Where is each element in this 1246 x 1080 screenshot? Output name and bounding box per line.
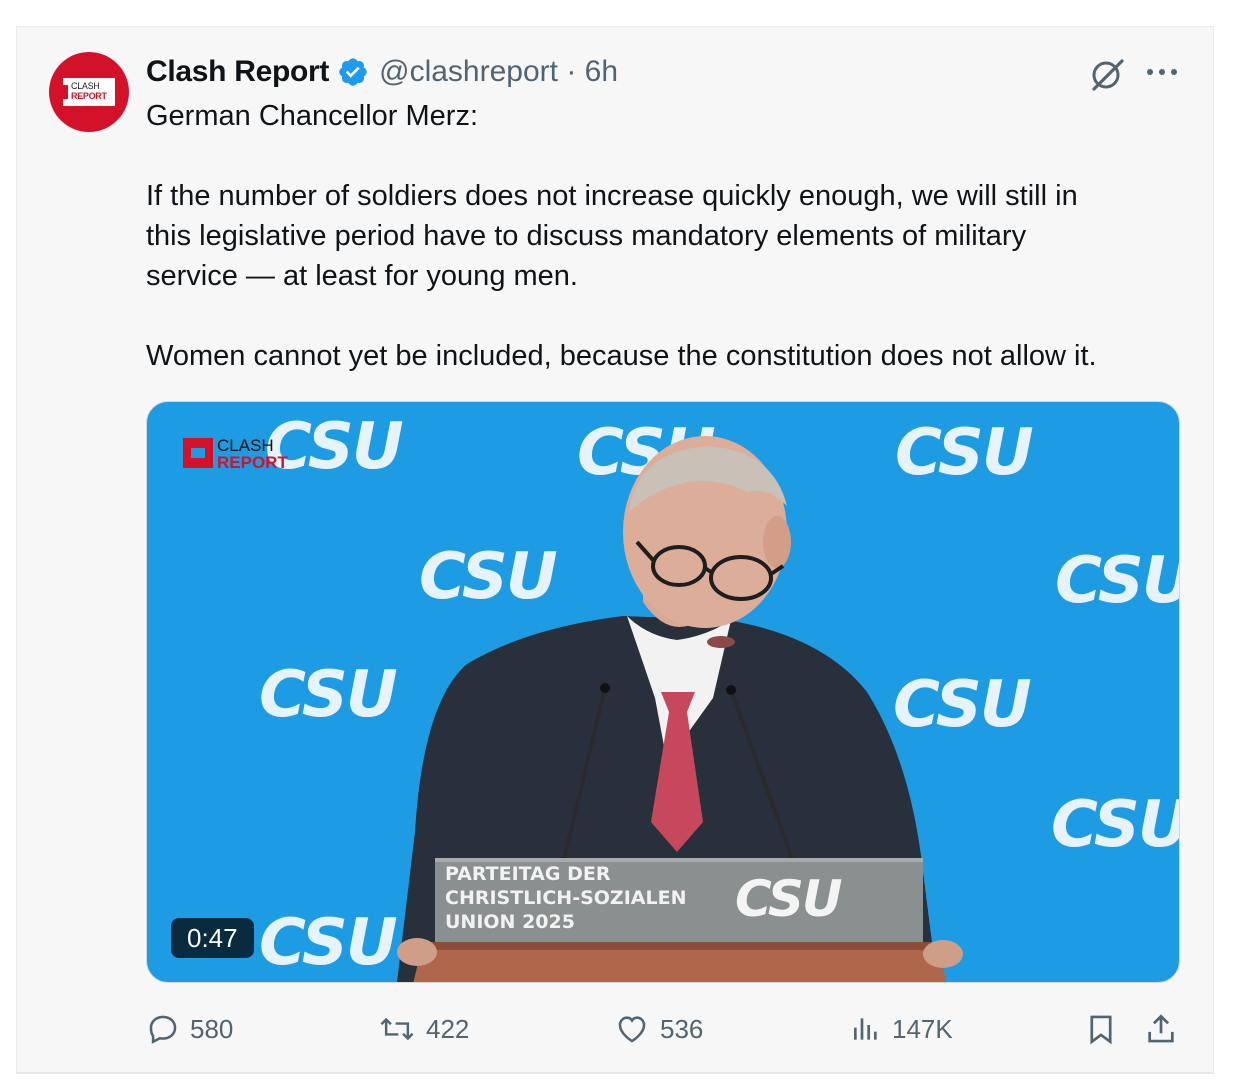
bookmark-icon <box>1090 1015 1112 1045</box>
video-duration: 0:47 <box>171 918 254 958</box>
separator: · <box>566 55 577 88</box>
more-icon[interactable] <box>1144 60 1180 84</box>
views-count: 147K <box>892 1013 953 1044</box>
tweet-text-line: Women cannot yet be included, because th… <box>146 340 1097 372</box>
reply-icon <box>149 1015 177 1044</box>
author-name[interactable]: Clash Report <box>146 55 329 89</box>
share-button[interactable] <box>1144 1006 1188 1052</box>
watermark-line2: REPORT <box>217 453 288 472</box>
avatar[interactable]: CLASH REPORT <box>49 52 129 132</box>
reply-count: 580 <box>190 1013 234 1044</box>
like-button[interactable]: 536 <box>614 1006 703 1052</box>
tweet-header: Clash Report @clashreport · 6h <box>146 52 618 92</box>
avatar-logo-mark <box>63 85 68 99</box>
podium-text: PARTEITAG DER CHRISTLICH-SOZIALEN UNION … <box>445 862 686 934</box>
repost-button[interactable]: 422 <box>378 1006 469 1052</box>
views-icon <box>854 1018 877 1040</box>
views-button[interactable]: 147K <box>850 1006 953 1052</box>
video-player[interactable]: CSU CSU CSU CSU CSU CSU CSU CSU CSU PART… <box>146 401 1180 983</box>
author-handle[interactable]: @clashreport <box>379 55 558 89</box>
podium-text-line: PARTEITAG DER <box>445 863 611 885</box>
avatar-logo-line1: CLASH <box>71 81 100 91</box>
podium-text-line: UNION 2025 <box>445 911 575 933</box>
verified-icon[interactable] <box>337 56 369 88</box>
avatar-logo-line2: REPORT <box>71 91 107 101</box>
like-count: 536 <box>660 1013 704 1044</box>
repost-count: 422 <box>426 1013 470 1044</box>
repost-icon <box>380 1017 414 1041</box>
tweet-text-line: German Chancellor Merz: <box>146 100 478 132</box>
separator-dot: · <box>558 55 585 89</box>
podium-logo: CSU <box>735 870 843 928</box>
timestamp[interactable]: 6h <box>585 55 618 89</box>
grok-icon[interactable] <box>1088 55 1126 93</box>
tweet-text-line: service — at least for young men. <box>146 260 578 292</box>
reply-button[interactable]: 580 <box>146 1006 233 1052</box>
action-bar: 580 422 536 147K <box>146 1006 1180 1052</box>
tweet-text-line: If the number of soldiers does not incre… <box>146 180 1078 212</box>
like-icon <box>618 1016 646 1043</box>
tweet-text: German Chancellor Merz: If the number of… <box>146 96 1196 376</box>
share-icon <box>1148 1014 1174 1043</box>
tweet-text-line: this legislative period have to discuss … <box>146 220 1027 252</box>
bookmark-button[interactable] <box>1084 1006 1128 1052</box>
watermark-mark-inner <box>191 448 205 458</box>
podium-text-line: CHRISTLICH-SOZIALEN <box>445 887 687 909</box>
